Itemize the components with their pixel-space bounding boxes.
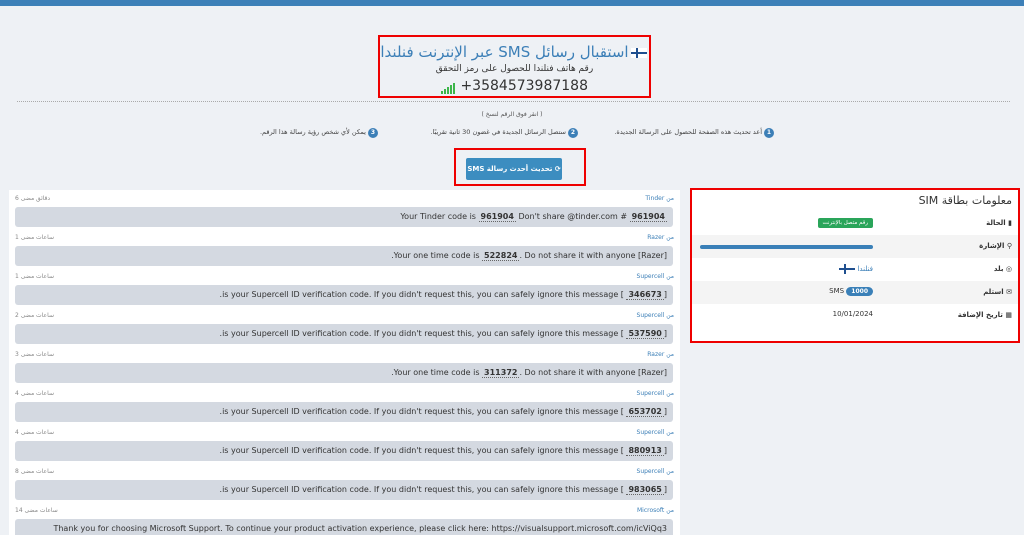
message-time: 1 ساعات مضى [15, 234, 54, 241]
message-sender: من Razer [647, 234, 674, 241]
message-item: 4 ساعات مضى من Supercell .is your Supercel… [9, 424, 680, 463]
refresh-highlight: ⟳ تحديث أحدث رسالة SMS [454, 148, 586, 186]
calendar-icon: ▦ [1005, 311, 1012, 319]
message-bubble: .is your Supercell ID verification code.… [15, 441, 673, 461]
message-bubble: .is your Supercell ID verification code.… [15, 402, 673, 422]
sim-row-signal: ⚲ الإشارة [692, 235, 1018, 258]
sim-row-date: ▦ تاريخ الإضافة 10/01/2024 [832, 310, 1012, 319]
message-bubble: .is your Supercell ID verification code.… [15, 285, 673, 305]
message-sender: من Supercell [636, 468, 674, 475]
message-bubble: Thank you for choosing Microsoft Support… [15, 519, 673, 535]
signal-bars-icon [441, 78, 456, 94]
code[interactable]: 346673 [626, 290, 664, 300]
message-bubble: Your Tinder code is 961904 Don't share @… [15, 207, 673, 227]
code[interactable]: 537590 [626, 329, 664, 339]
message-item: 6 دقائق مضى من Tinder Your Tinder code is … [9, 190, 680, 229]
message-sender: من Microsoft [636, 507, 674, 514]
message-item: 3 ساعات مضى من Razer .Your one time code i… [9, 346, 680, 385]
finland-flag-icon [630, 47, 647, 58]
number-header: استقبال رسائل SMS عبر الإنترنت فنلندا رق… [378, 35, 651, 98]
message-sender: من Supercell [636, 429, 674, 436]
antenna-icon: ⚲ [1006, 242, 1012, 250]
sim-info-title: معلومات بطاقة SIM [918, 194, 1012, 207]
sim-card-icon: ▮ [1008, 219, 1012, 227]
message-item: 2 ساعات مضى من Supercell .is your Supercel… [9, 307, 680, 346]
message-sender: من Supercell [636, 312, 674, 319]
message-time: 14 ساعات مضى [15, 507, 58, 514]
code[interactable]: 653702 [626, 407, 664, 417]
code[interactable]: 961904 [478, 212, 516, 222]
message-bubble: .Your one time code is 522824. Do not sh… [15, 246, 673, 266]
message-bubble: .Your one time code is 311372. Do not sh… [15, 363, 673, 383]
signal-bar [700, 245, 873, 249]
page-title: استقبال رسائل SMS عبر الإنترنت فنلندا [380, 43, 629, 61]
envelope-icon: ✉ [1006, 288, 1012, 296]
message-time: 4 ساعات مضى [15, 429, 54, 436]
message-item: 14 ساعات مضى من Microsoft Thank you for ch… [9, 502, 680, 535]
message-item: 8 ساعات مضى من Supercell .is your Supercel… [9, 463, 680, 502]
globe-icon: ◎ [1005, 265, 1012, 273]
refresh-button[interactable]: ⟳ تحديث أحدث رسالة SMS [466, 158, 562, 180]
message-time: 1 ساعات مضى [15, 273, 54, 280]
received-count-badge: 1000 [846, 287, 873, 296]
finland-flag-icon [839, 264, 856, 274]
status-badge: رقم متصل بالإنترنت [817, 218, 873, 228]
message-sender: من Tinder [645, 195, 674, 202]
message-sender: من Razer [647, 351, 674, 358]
phone-number[interactable]: +3584573987188 [460, 78, 588, 94]
sim-info-panel: معلومات بطاقة SIM ▮ الحالة رقم متصل بالإن… [690, 188, 1020, 343]
code[interactable]: 522824 [482, 251, 520, 261]
message-list: 6 دقائق مضى من Tinder Your Tinder code is … [9, 190, 680, 535]
divider [17, 101, 1010, 102]
top-bar [0, 0, 1024, 6]
copy-hint: ( انقر فوق الرقم لنسخ ) [481, 111, 543, 118]
step-3: 3يمكن لأي شخص رؤية رسالة هذا الرقم. [260, 128, 378, 138]
message-sender: من Supercell [636, 273, 674, 280]
message-time: 2 ساعات مضى [15, 312, 54, 319]
code[interactable]: 880913 [626, 446, 664, 456]
sim-row-country: ◎ بلد فنلندا [692, 258, 1018, 281]
message-time: 4 ساعات مضى [15, 390, 54, 397]
message-bubble: .is your Supercell ID verification code.… [15, 480, 673, 500]
sim-row-received: ✉ استلم SMS 1000 [692, 281, 1018, 304]
step-2: 2ستصل الرسائل الجديدة في غضون 30 ثانية ت… [430, 128, 578, 138]
message-item: 1 ساعات مضى من Supercell .is your Supercel… [9, 268, 680, 307]
code[interactable]: 311372 [482, 368, 520, 378]
code[interactable]: 961904 [629, 212, 667, 222]
step-1: 1أعد تحديث هذه الصفحة للحصول على الرسالة… [614, 128, 774, 138]
sim-row-status: ▮ الحالة رقم متصل بالإنترنت [692, 212, 1018, 235]
message-bubble: .is your Supercell ID verification code.… [15, 324, 673, 344]
message-time: 6 دقائق مضى [15, 195, 51, 202]
message-time: 3 ساعات مضى [15, 351, 54, 358]
message-time: 8 ساعات مضى [15, 468, 54, 475]
page-subtitle: رقم هاتف فنلندا للحصول على رمز التحقق [435, 64, 594, 74]
message-item: 4 ساعات مضى من Supercell .is your Supercel… [9, 385, 680, 424]
message-item: 1 ساعات مضى من Razer .Your one time code i… [9, 229, 680, 268]
message-sender: من Supercell [636, 390, 674, 397]
code[interactable]: 983065 [626, 485, 664, 495]
